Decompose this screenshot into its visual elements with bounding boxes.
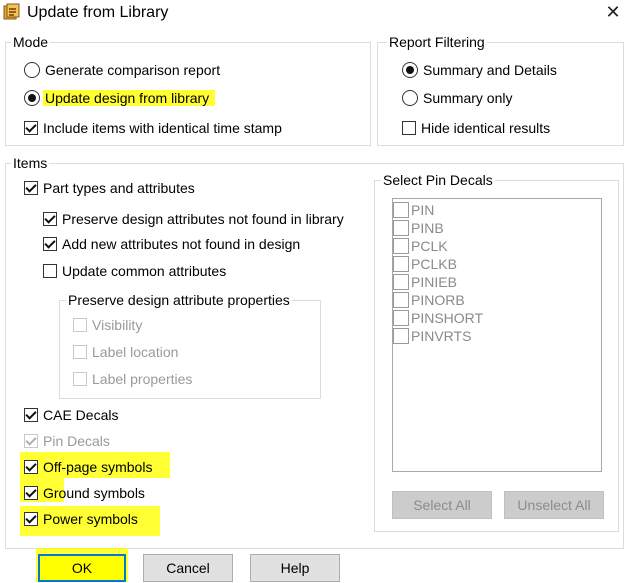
checkbox[interactable]: [43, 264, 57, 278]
report-filtering-legend: Report Filtering: [387, 34, 487, 50]
radio-button[interactable]: [402, 90, 418, 106]
checkbox[interactable]: [24, 408, 38, 422]
select-all-button[interactable]: Select All: [392, 491, 492, 519]
list-item[interactable]: PINVRTS: [393, 327, 471, 345]
checkbox-part-types[interactable]: Part types and attributes: [24, 178, 195, 198]
checkbox[interactable]: [393, 220, 409, 236]
radio-label: Summary only: [423, 90, 513, 106]
checkbox-off-page[interactable]: Off-page symbols: [24, 457, 152, 477]
checkbox[interactable]: [24, 486, 38, 500]
checkbox-label: Hide identical results: [421, 120, 551, 136]
list-item-label: PINSHORT: [411, 310, 484, 326]
radio-summary-details[interactable]: Summary and Details: [402, 60, 557, 80]
checkbox-label: Part types and attributes: [43, 180, 195, 196]
checkbox-label: Pin Decals: [43, 433, 110, 449]
checkbox[interactable]: [393, 238, 409, 254]
checkbox[interactable]: [24, 181, 38, 195]
close-icon[interactable]: ✕: [600, 0, 626, 26]
checkbox-label: Label properties: [92, 371, 193, 387]
list-item[interactable]: PCLKB: [393, 255, 457, 273]
checkbox-power[interactable]: Power symbols: [24, 509, 138, 529]
window-title: Update from Library: [27, 4, 169, 21]
checkbox-label: Ground symbols: [43, 485, 145, 501]
checkbox-label: Power symbols: [43, 511, 138, 527]
checkbox-update-common[interactable]: Update common attributes: [43, 261, 226, 281]
checkbox-pin-decals[interactable]: Pin Decals: [24, 431, 110, 451]
radio-label: Summary and Details: [423, 62, 557, 78]
checkbox[interactable]: [24, 434, 38, 448]
checkbox-add-new[interactable]: Add new attributes not found in design: [43, 234, 300, 254]
checkbox[interactable]: [24, 512, 38, 526]
app-icon: [3, 3, 20, 20]
checkbox-identical-timestamp[interactable]: Include items with identical time stamp: [24, 118, 282, 138]
ok-button[interactable]: OK: [38, 554, 126, 582]
radio-button[interactable]: [24, 90, 40, 106]
list-item-label: PCLK: [411, 238, 448, 254]
checkbox-ground[interactable]: Ground symbols: [24, 483, 145, 503]
checkbox[interactable]: [393, 310, 409, 326]
list-item[interactable]: PINIEB: [393, 273, 457, 291]
checkbox[interactable]: [73, 372, 87, 386]
checkbox[interactable]: [393, 202, 409, 218]
checkbox-visibility[interactable]: Visibility: [73, 315, 142, 335]
checkbox[interactable]: [24, 460, 38, 474]
checkbox[interactable]: [393, 328, 409, 344]
radio-label: Update design from library: [43, 90, 216, 106]
checkbox-label: Update common attributes: [62, 263, 227, 279]
title-bar: Update from Library ✕: [0, 0, 627, 26]
unselect-all-button[interactable]: Unselect All: [504, 491, 604, 519]
list-item-label: PINB: [411, 220, 444, 236]
pin-decals-legend: Select Pin Decals: [381, 172, 495, 188]
checkbox[interactable]: [43, 237, 57, 251]
list-item[interactable]: PINB: [393, 219, 444, 237]
checkbox-label: Label location: [92, 344, 179, 360]
checkbox-label: Add new attributes not found in design: [62, 236, 301, 252]
checkbox-cae-decals[interactable]: CAE Decals: [24, 405, 118, 425]
list-item[interactable]: PINORB: [393, 291, 465, 309]
radio-label: Generate comparison report: [45, 62, 221, 78]
radio-update-design[interactable]: Update design from library: [24, 88, 216, 108]
list-item[interactable]: PIN: [393, 201, 434, 219]
checkbox[interactable]: [73, 318, 87, 332]
radio-button[interactable]: [402, 62, 418, 78]
mode-legend: Mode: [11, 34, 51, 50]
list-item[interactable]: PCLK: [393, 237, 448, 255]
items-legend: Items: [11, 155, 50, 171]
help-button[interactable]: Help: [250, 554, 340, 582]
preserve-props-legend: Preserve design attribute properties: [66, 292, 292, 308]
checkbox[interactable]: [402, 121, 416, 135]
checkbox-label: Include items with identical time stamp: [43, 120, 282, 136]
checkbox[interactable]: [393, 274, 409, 290]
checkbox[interactable]: [24, 121, 38, 135]
checkbox[interactable]: [73, 345, 87, 359]
list-item-label: PINVRTS: [411, 328, 472, 344]
checkbox-label: Off-page symbols: [43, 459, 153, 475]
radio-summary-only[interactable]: Summary only: [402, 88, 512, 108]
list-item-label: PINORB: [411, 292, 465, 308]
checkbox-preserve-not-found[interactable]: Preserve design attributes not found in …: [43, 209, 344, 229]
radio-generate-report[interactable]: Generate comparison report: [24, 60, 220, 80]
checkbox-hide-identical[interactable]: Hide identical results: [402, 118, 550, 138]
cancel-button[interactable]: Cancel: [143, 554, 233, 582]
list-item[interactable]: PINSHORT: [393, 309, 483, 327]
list-item-label: PIN: [411, 202, 435, 218]
checkbox-label: Visibility: [92, 317, 143, 333]
checkbox-label-properties[interactable]: Label properties: [73, 369, 192, 389]
checkbox-label: CAE Decals: [43, 407, 119, 423]
checkbox[interactable]: [393, 256, 409, 272]
checkbox-label: Preserve design attributes not found in …: [62, 211, 344, 227]
list-item-label: PCLKB: [411, 256, 457, 272]
checkbox[interactable]: [43, 212, 57, 226]
list-item-label: PINIEB: [411, 274, 457, 290]
checkbox-label-location[interactable]: Label location: [73, 342, 178, 362]
pin-decals-list[interactable]: PIN PINB PCLK PCLKB PINIEB PINORB PINSHO…: [392, 198, 602, 472]
checkbox[interactable]: [393, 292, 409, 308]
radio-button[interactable]: [24, 62, 40, 78]
